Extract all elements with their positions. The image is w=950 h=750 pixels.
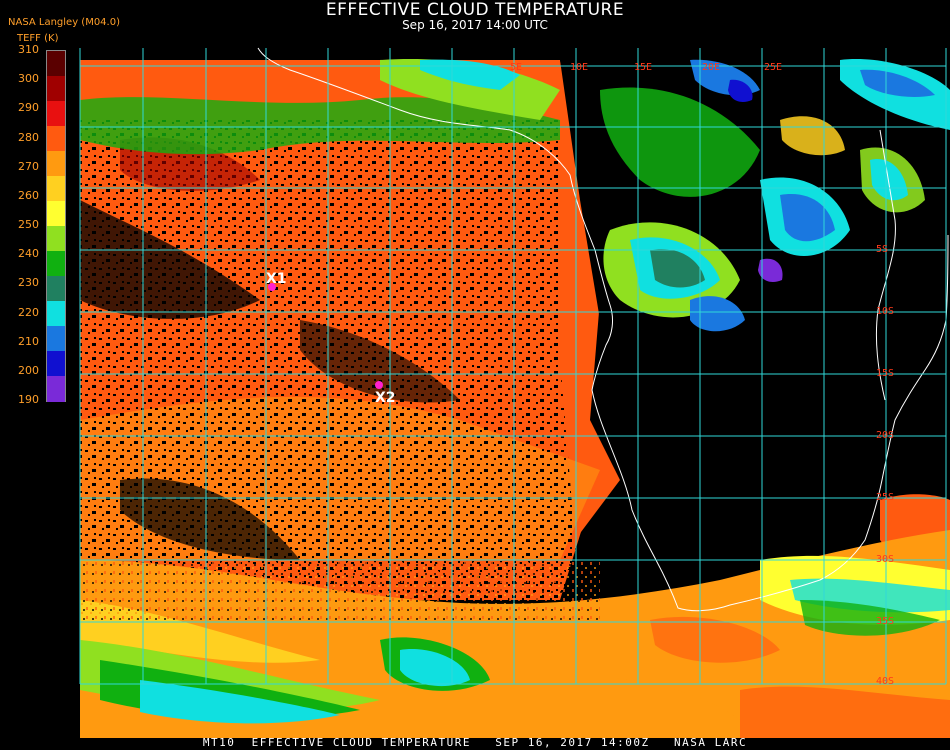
footer-caption: MT10 EFFECTIVE CLOUD TEMPERATURE SEP 16,… (202, 736, 748, 749)
latitude-label: 10S (876, 306, 894, 317)
longitude-label: 20E (702, 62, 720, 73)
longitude-label: 15E (634, 62, 652, 73)
cloud-field (80, 48, 950, 738)
marker-x2-dot (375, 381, 383, 389)
latitude-label: 30S (876, 554, 894, 565)
longitude-label: 5E (510, 62, 522, 73)
cloud-temperature-map: 5S 10S 15S 20S 25S 30S 35S 40S 5E 10E 15E 20E 25E X… (79, 47, 950, 738)
longitude-label: 25E (764, 62, 782, 73)
satellite-image-frame: EFFECTIVE CLOUD TEMPERATURE Sep 16, 2017… (0, 0, 950, 750)
longitude-label: 10E (570, 62, 588, 73)
latitude-label: 15S (876, 368, 894, 379)
latitude-label: 25S (876, 492, 894, 503)
latitude-label: 35S (876, 616, 894, 627)
marker-x2-label: X2 (375, 390, 396, 406)
latitude-label: 20S (876, 430, 894, 441)
marker-x1-label: X1 (266, 271, 287, 287)
latitude-label: 5S (876, 244, 888, 255)
latitude-label: 40S (876, 676, 894, 687)
